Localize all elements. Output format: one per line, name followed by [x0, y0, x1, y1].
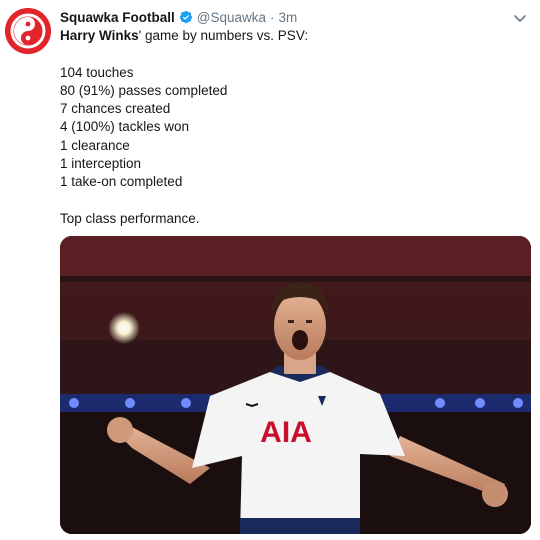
- closing-line: Top class performance.: [60, 210, 200, 226]
- author-handle[interactable]: @Squawka: [197, 10, 266, 25]
- stat-line: 1 interception: [60, 156, 142, 172]
- player-name: Harry Winks: [60, 28, 139, 43]
- stat-line: 104 touches: [60, 64, 134, 80]
- tweet-text: Harry Winks' game by numbers vs. PSV: 10…: [60, 27, 530, 228]
- intro-text: ' game by numbers vs. PSV:: [138, 28, 309, 43]
- verified-badge-icon: [179, 10, 192, 24]
- tweet-timestamp[interactable]: 3m: [279, 10, 298, 25]
- photo-illustration: AIA: [60, 236, 531, 534]
- chevron-down-icon[interactable]: [512, 10, 528, 26]
- shirt-sponsor-text: AIA: [260, 416, 312, 449]
- stat-line: 1 take-on completed: [60, 174, 183, 190]
- tweet-photo[interactable]: AIA: [60, 236, 531, 534]
- author-name[interactable]: Squawka Football: [60, 10, 175, 25]
- avatar[interactable]: [5, 8, 51, 54]
- squawka-logo-icon: [5, 8, 51, 54]
- intro-line: Harry Winks' game by numbers vs. PSV:: [60, 27, 530, 45]
- tweet-card[interactable]: Squawka Football @Squawka · 3m Harry Win…: [0, 0, 540, 540]
- stat-line: 7 chances created: [60, 101, 171, 117]
- stat-line: 4 (100%) tackles won: [60, 119, 190, 135]
- stat-line: 80 (91%) passes completed: [60, 82, 228, 98]
- stat-line: 1 clearance: [60, 137, 130, 153]
- separator-dot: ·: [270, 9, 275, 25]
- tweet-header: Squawka Football @Squawka · 3m: [60, 8, 297, 26]
